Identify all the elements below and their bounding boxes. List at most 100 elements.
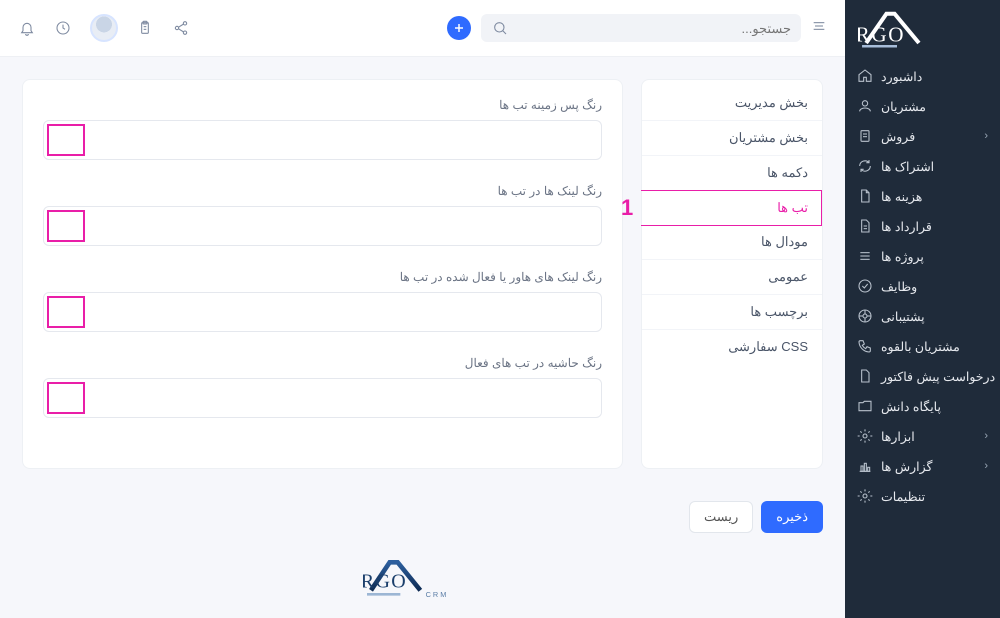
chevron-left-icon: ‹ — [984, 430, 988, 442]
form-actions: ذخیره ریست — [0, 491, 845, 543]
color-swatch[interactable] — [47, 124, 85, 156]
sidebar-item-11[interactable]: پایگاه دانش — [845, 391, 1000, 421]
filereq-icon — [857, 368, 873, 384]
color-field-1: رنگ لینک ها در تب ها — [43, 184, 602, 246]
search-box[interactable] — [481, 14, 801, 42]
sidebar-item-label: اشتراک ها — [881, 159, 934, 174]
content-row: بخش مدیریتبخش مشتریاندکمه هاتب ها1مودال … — [0, 57, 845, 491]
main-sidebar: RGO داشبورد مشتریان ‹ فروش اشتراک ها هزینه ها… — [845, 0, 1000, 618]
sidepanel-item-1[interactable]: بخش مشتریان — [642, 121, 822, 156]
form-card: رنگ پس زمینه تب ها رنگ لینک ها در تب ها رن… — [22, 79, 623, 469]
bell-icon[interactable] — [18, 19, 36, 37]
sidebar-item-10[interactable]: درخواست پیش فاکتور — [845, 361, 1000, 391]
sidebar-item-8[interactable]: پشتیبانی — [845, 301, 1000, 331]
svg-text:RGO: RGO — [363, 571, 407, 593]
color-swatch[interactable] — [47, 210, 85, 242]
share-icon[interactable] — [172, 19, 190, 37]
field-input-wrap — [43, 378, 602, 418]
sidebar-item-9[interactable]: مشتریان بالقوه — [845, 331, 1000, 361]
sidebar-item-7[interactable]: وظایف — [845, 271, 1000, 301]
field-label: رنگ لینک ها در تب ها — [43, 184, 602, 198]
sidebar-item-12[interactable]: ‹ ابزارها — [845, 421, 1000, 451]
refresh-icon — [857, 158, 873, 174]
sidebar-item-5[interactable]: قرارداد ها — [845, 211, 1000, 241]
sidebar-item-label: پایگاه دانش — [881, 399, 941, 414]
color-swatch[interactable] — [47, 382, 85, 414]
main-area: بخش مدیریتبخش مشتریاندکمه هاتب ها1مودال … — [0, 0, 845, 618]
field-label: رنگ پس زمینه تب ها — [43, 98, 602, 112]
color-field-3: رنگ حاشیه در تب های فعال — [43, 356, 602, 418]
check-icon — [857, 278, 873, 294]
sidebar-item-label: درخواست پیش فاکتور — [881, 369, 995, 384]
color-text-input[interactable] — [88, 383, 601, 414]
support-icon — [857, 308, 873, 324]
reset-button[interactable]: ریست — [689, 501, 753, 533]
color-text-input[interactable] — [88, 297, 601, 328]
menu-toggle-icon[interactable] — [811, 18, 827, 39]
add-button[interactable] — [447, 16, 471, 40]
field-input-wrap — [43, 292, 602, 332]
avatar[interactable] — [90, 14, 118, 42]
sidepanel-item-7[interactable]: CSS سفارشی — [642, 330, 822, 364]
sidebar-item-13[interactable]: ‹ گزارش ها — [845, 451, 1000, 481]
chevron-left-icon: ‹ — [984, 130, 988, 142]
sidebar-item-label: فروش — [881, 129, 915, 144]
field-label: رنگ حاشیه در تب های فعال — [43, 356, 602, 370]
svg-text:CRM: CRM — [425, 590, 448, 599]
sidebar-item-label: هزینه ها — [881, 189, 922, 204]
sidebar-item-1[interactable]: مشتریان — [845, 91, 1000, 121]
sidebar-item-label: داشبورد — [881, 69, 922, 84]
sidebar-item-6[interactable]: پروژه ها — [845, 241, 1000, 271]
color-swatch[interactable] — [47, 296, 85, 328]
doc-icon — [857, 128, 873, 144]
search-input[interactable] — [517, 21, 791, 36]
sidebar-item-label: مشتریان — [881, 99, 926, 114]
sidebar-item-3[interactable]: اشتراک ها — [845, 151, 1000, 181]
sidebar-item-2[interactable]: ‹ فروش — [845, 121, 1000, 151]
active-indicator-icon: 1 — [621, 195, 633, 221]
sidebar-item-label: ابزارها — [881, 429, 915, 444]
gear-icon — [857, 488, 873, 504]
brand-logo: RGO — [845, 0, 1000, 61]
file-icon — [857, 188, 873, 204]
svg-text:RGO: RGO — [858, 22, 905, 46]
color-field-2: رنگ لینک های هاور یا فعال شده در تب ها — [43, 270, 602, 332]
sidebar-item-label: گزارش ها — [881, 459, 933, 474]
search-icon — [491, 19, 509, 37]
field-input-wrap — [43, 120, 602, 160]
chevron-left-icon: ‹ — [984, 460, 988, 472]
sidebar-item-label: پشتیبانی — [881, 309, 925, 324]
color-text-input[interactable] — [88, 125, 601, 156]
topbar — [0, 0, 845, 57]
field-label: رنگ لینک های هاور یا فعال شده در تب ها — [43, 270, 602, 284]
sidepanel-item-3[interactable]: تب ها1 — [641, 190, 822, 226]
sidepanel-item-2[interactable]: دکمه ها — [642, 156, 822, 191]
sidebar-item-0[interactable]: داشبورد — [845, 61, 1000, 91]
sidepanel-item-6[interactable]: برچسب ها — [642, 295, 822, 330]
color-text-input[interactable] — [88, 211, 601, 242]
user-icon — [857, 98, 873, 114]
gear-icon — [857, 428, 873, 444]
sidebar-item-label: وظایف — [881, 279, 917, 294]
sidebar-item-label: قرارداد ها — [881, 219, 932, 234]
settings-sidepanel: بخش مدیریتبخش مشتریاندکمه هاتب ها1مودال … — [641, 79, 823, 469]
sidepanel-item-5[interactable]: عمومی — [642, 260, 822, 295]
color-field-0: رنگ پس زمینه تب ها — [43, 98, 602, 160]
clock-icon[interactable] — [54, 19, 72, 37]
folder-icon — [857, 398, 873, 414]
sidebar-item-4[interactable]: هزینه ها — [845, 181, 1000, 211]
phone-icon — [857, 338, 873, 354]
sidebar-item-label: مشتریان بالقوه — [881, 339, 960, 354]
footer-logo: RGO CRM — [0, 543, 845, 618]
chart-icon — [857, 458, 873, 474]
field-input-wrap — [43, 206, 602, 246]
filealt-icon — [857, 218, 873, 234]
clipboard-icon[interactable] — [136, 19, 154, 37]
bars-icon — [857, 248, 873, 264]
save-button[interactable]: ذخیره — [761, 501, 823, 533]
sidebar-item-14[interactable]: تنظیمات — [845, 481, 1000, 511]
sidepanel-item-0[interactable]: بخش مدیریت — [642, 86, 822, 121]
sidepanel-item-4[interactable]: مودال ها — [642, 225, 822, 260]
home-icon — [857, 68, 873, 84]
sidebar-item-label: تنظیمات — [881, 489, 925, 504]
